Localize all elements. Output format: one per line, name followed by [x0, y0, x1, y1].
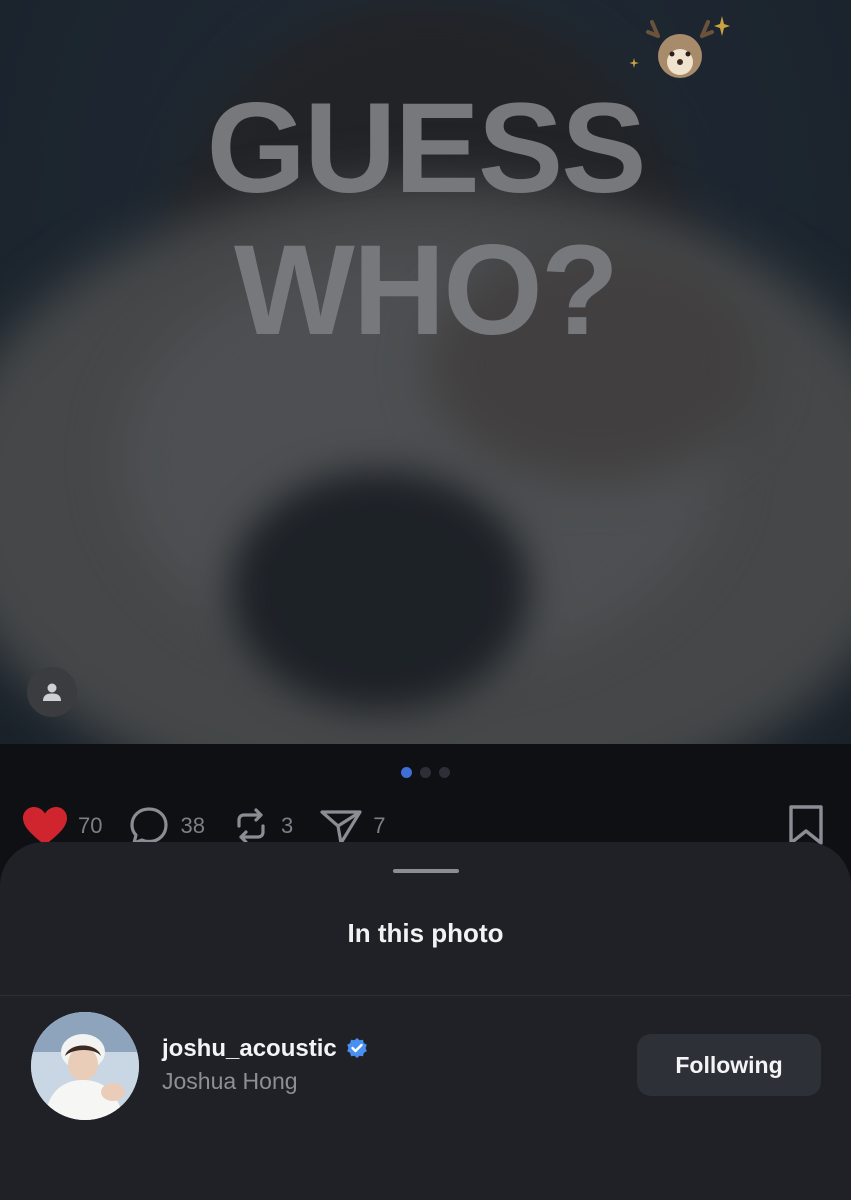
avatar[interactable] — [31, 1012, 139, 1120]
post-photo[interactable]: GUESS WHO? — [0, 0, 851, 744]
who-line: WHO? — [234, 219, 619, 362]
tagged-people-sheet: In this photo joshu_acoustic Joshua Hong… — [0, 842, 851, 1200]
tagged-username[interactable]: joshu_acoustic — [162, 1035, 337, 1063]
reindeer-sticker-icon — [630, 16, 730, 78]
carousel-indicator — [0, 767, 851, 778]
like-count: 70 — [78, 813, 103, 838]
share-button[interactable]: 7 — [319, 806, 385, 846]
comment-button[interactable]: 38 — [128, 805, 205, 847]
person-icon — [43, 683, 61, 701]
bookmark-icon — [789, 805, 823, 845]
tagged-user-row[interactable]: joshu_acoustic — [162, 1035, 369, 1063]
heart-icon — [23, 807, 67, 845]
carousel-dot-2[interactable] — [420, 767, 431, 778]
tagged-people-button[interactable] — [27, 667, 77, 717]
following-button[interactable]: Following — [637, 1034, 821, 1096]
share-count: 7 — [373, 813, 386, 838]
avatar-image — [31, 1012, 139, 1120]
carousel-dot-3[interactable] — [439, 767, 450, 778]
like-button[interactable]: 70 — [22, 806, 102, 846]
tagged-display-name: Joshua Hong — [162, 1068, 298, 1094]
repost-count: 3 — [280, 813, 294, 838]
repost-icon — [237, 808, 265, 844]
comment-bubble-icon — [130, 807, 169, 845]
sheet-divider — [0, 995, 851, 996]
repost-button[interactable]: 3 — [231, 806, 293, 846]
verified-badge-icon — [346, 1038, 367, 1058]
guess-line: GUESS — [206, 77, 646, 220]
sheet-drag-handle[interactable] — [393, 869, 459, 873]
guess-who-text: GUESS WHO? — [0, 78, 851, 362]
carousel-dot-1[interactable] — [401, 767, 412, 778]
comment-count: 38 — [180, 813, 205, 838]
sheet-title: In this photo — [347, 918, 504, 948]
send-icon — [320, 810, 362, 845]
